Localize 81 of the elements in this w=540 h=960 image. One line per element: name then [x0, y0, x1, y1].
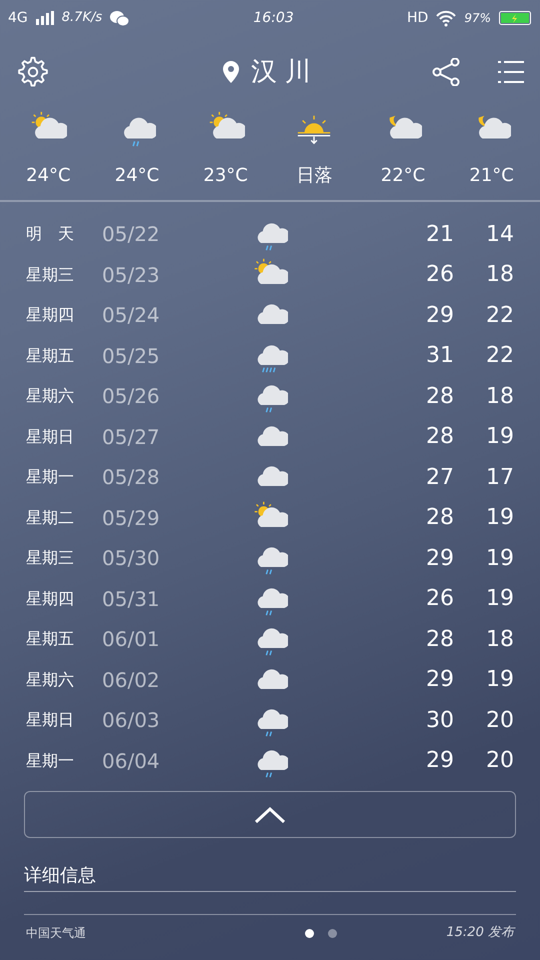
share-icon[interactable]	[432, 58, 460, 86]
low-temp: 17	[485, 464, 514, 492]
low-temp: 20	[485, 706, 514, 735]
high-temp: 30	[425, 706, 454, 735]
forecast-date: 05/24	[102, 302, 161, 330]
chevron-up-icon	[254, 806, 286, 824]
low-temp: 18	[485, 382, 514, 411]
low-temp: 19	[485, 504, 514, 532]
day-name: 星期三	[26, 264, 75, 286]
section-title: 详细信息	[24, 865, 96, 886]
forecast-date: 05/25	[102, 342, 161, 370]
forecast-date: 05/26	[102, 383, 161, 410]
high-temp: 28	[425, 626, 454, 654]
day-name: 星期一	[26, 466, 75, 488]
forecast-date: 06/01	[102, 626, 161, 654]
low-temp: 19	[485, 423, 514, 452]
settings-icon[interactable]	[16, 55, 50, 89]
status-time: 16:03	[252, 8, 295, 28]
battery-percent: 97%	[464, 10, 491, 27]
forecast-date: 05/29	[102, 504, 161, 532]
wifi-icon	[436, 10, 456, 26]
day-name: 星期三	[26, 547, 75, 570]
publish-time: 15:20 发布	[446, 924, 514, 942]
collapse-button[interactable]	[24, 791, 516, 838]
high-temp: 29	[425, 747, 454, 776]
location-pin-icon	[223, 61, 239, 83]
low-temp: 20	[485, 747, 514, 776]
hourly-label: 日落	[296, 164, 332, 188]
chat-bubbles-icon	[110, 10, 130, 26]
source-label: 中国天气通	[26, 925, 86, 942]
low-temp: 19	[485, 666, 514, 694]
high-temp: 28	[425, 504, 454, 532]
forecast-date: 06/03	[102, 707, 161, 734]
forecast-date: 05/27	[102, 424, 161, 451]
hourly-label: 23°C	[203, 164, 248, 188]
signal-icon	[36, 11, 54, 25]
forecast-date: 05/30	[102, 545, 161, 572]
forecast-date: 05/22	[102, 221, 161, 248]
day-name: 星期五	[26, 628, 75, 650]
hd-label: HD	[407, 8, 428, 28]
low-temp: 22	[485, 342, 514, 370]
low-temp: 18	[485, 626, 514, 654]
low-temp: 14	[485, 220, 514, 249]
day-name: 明 天	[26, 223, 75, 246]
low-temp: 18	[485, 261, 514, 290]
forecast-date: 06/02	[102, 666, 161, 694]
high-temp: 26	[425, 585, 454, 614]
high-temp: 26	[425, 261, 454, 290]
low-temp: 19	[485, 544, 514, 573]
day-name: 星期五	[26, 344, 75, 367]
high-temp: 29	[425, 666, 454, 694]
menu-icon[interactable]	[498, 60, 524, 84]
high-temp: 29	[425, 544, 454, 573]
day-name: 星期四	[26, 304, 75, 326]
day-name: 星期日	[26, 709, 75, 732]
day-name: 星期日	[26, 426, 75, 448]
high-temp: 27	[425, 464, 454, 492]
forecast-date: 05/31	[102, 586, 161, 613]
city-name[interactable]: 汉川	[251, 52, 319, 92]
battery-icon	[499, 11, 532, 25]
day-name: 星期四	[26, 588, 75, 610]
hourly-label: 21°C	[469, 164, 514, 188]
hourly-label: 24°C	[114, 164, 160, 188]
low-temp: 19	[485, 585, 514, 614]
day-name: 星期二	[26, 506, 75, 529]
high-temp: 29	[425, 302, 454, 330]
network-type: 4G	[8, 8, 28, 28]
high-temp: 21	[425, 220, 454, 249]
forecast-date: 06/04	[102, 748, 161, 775]
day-name: 星期一	[26, 750, 75, 772]
hourly-label: 22°C	[380, 164, 426, 188]
forecast-date: 05/28	[102, 464, 161, 492]
high-temp: 28	[425, 423, 454, 452]
day-name: 星期六	[26, 385, 75, 408]
forecast-date: 05/23	[102, 262, 161, 289]
low-temp: 22	[485, 302, 514, 330]
day-name: 星期六	[26, 668, 75, 691]
high-temp: 31	[425, 342, 454, 370]
network-speed: 8.7K/s	[62, 9, 102, 28]
hourly-label: 24°C	[26, 164, 71, 188]
high-temp: 28	[425, 382, 454, 411]
